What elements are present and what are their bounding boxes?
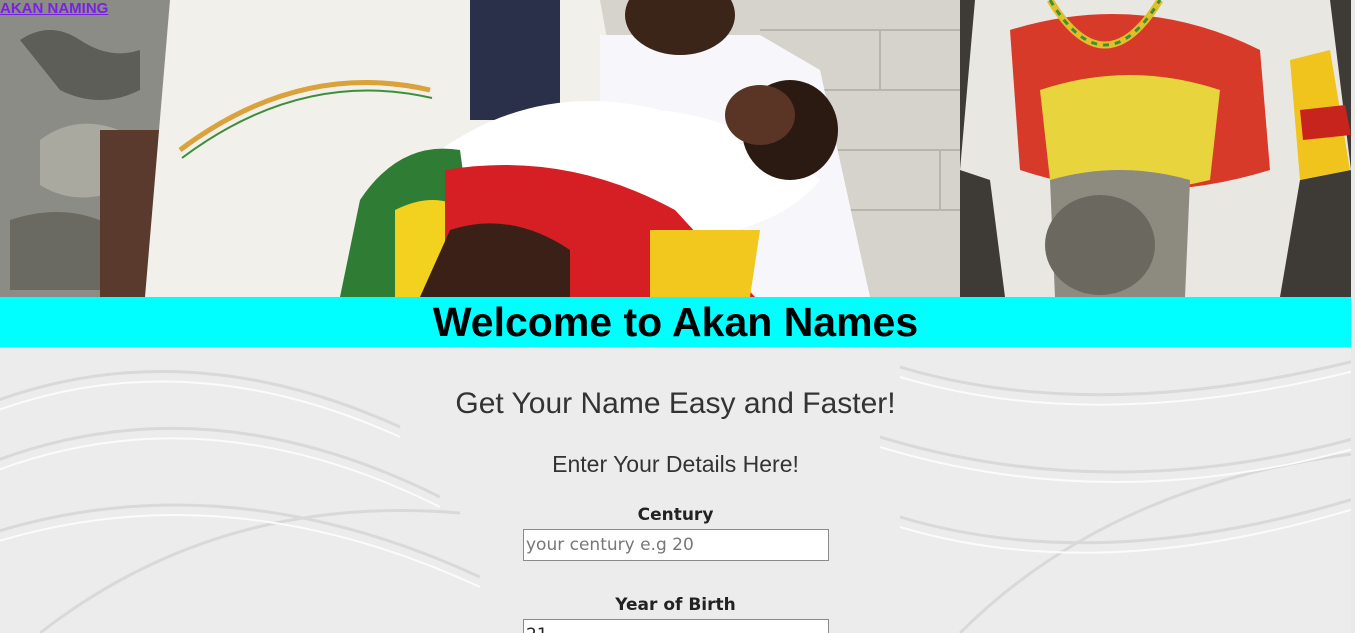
main-content: Get Your Name Easy and Faster! Enter You… — [0, 347, 1351, 633]
year-of-birth-input[interactable] — [523, 619, 829, 633]
hero-image: AKAN NAMING — [0, 0, 1351, 297]
century-input[interactable] — [523, 529, 829, 561]
scrollbar[interactable] — [1351, 0, 1355, 633]
form-instructions: Enter Your Details Here! — [552, 451, 799, 477]
tagline: Get Your Name Easy and Faster! — [455, 387, 896, 420]
welcome-banner: Welcome to Akan Names — [0, 297, 1351, 347]
century-label: Century — [637, 505, 714, 525]
page-title: Welcome to Akan Names — [432, 299, 919, 345]
hero-photo-illustration — [0, 0, 1351, 297]
brand-link[interactable]: AKAN NAMING — [0, 0, 108, 18]
year-of-birth-label: Year of Birth — [615, 595, 736, 615]
